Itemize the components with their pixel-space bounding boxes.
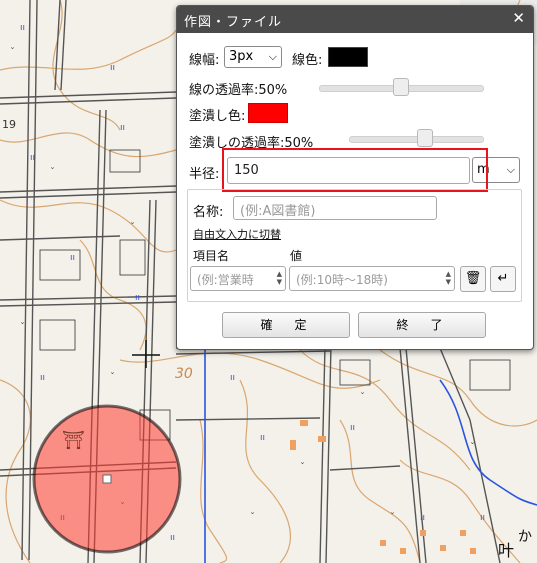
spinner-icon: ▲ ▼ [276, 270, 282, 286]
line-width-select[interactable]: 3px ⌵ [224, 46, 282, 68]
dialog-title: 作図・ファイル [184, 15, 283, 30]
value-placeholder: (例:10時〜18時) [296, 273, 388, 287]
item-name-input[interactable]: (例:営業時 ▲ ▼ [190, 266, 286, 291]
radius-label: 半径: [189, 167, 220, 182]
free-text-toggle-link[interactable]: 自由文入力に切替 [193, 226, 281, 242]
svg-text:ıı: ıı [260, 433, 265, 443]
place-name-2: か [518, 529, 532, 545]
exit-button[interactable]: 終 了 [358, 312, 486, 338]
trash-icon[interactable]: 🗑 [460, 266, 486, 292]
svg-text:ıı: ıı [30, 153, 35, 163]
contour-label: 30 [175, 366, 193, 382]
place-name-1: 叶 [498, 541, 514, 560]
return-icon[interactable]: ↵ [490, 266, 516, 292]
item-name-header: 項目名 [193, 249, 230, 263]
svg-text:ıı: ıı [420, 513, 425, 523]
svg-text:ıı: ıı [480, 513, 485, 523]
spinner-icon: ▲ ▼ [445, 270, 451, 286]
svg-text:ıı: ıı [20, 23, 25, 33]
svg-text:ˇ: ˇ [300, 461, 305, 473]
svg-text:ıı: ıı [230, 373, 235, 383]
line-opacity-slider[interactable] [319, 77, 484, 97]
circle-center-marker [102, 474, 112, 484]
item-name-placeholder: (例:営業時 [197, 273, 254, 287]
confirm-button[interactable]: 確 定 [222, 312, 350, 338]
svg-text:ıı: ıı [40, 373, 45, 383]
fill-opacity-slider[interactable] [349, 128, 484, 148]
name-label: 名称: [193, 205, 224, 220]
line-color-swatch[interactable] [328, 47, 368, 67]
slider-thumb[interactable] [417, 129, 433, 147]
value-input[interactable]: (例:10時〜18時) ▲ ▼ [289, 266, 455, 291]
svg-text:ˇ: ˇ [50, 166, 55, 178]
line-width-value: 3px [229, 49, 254, 64]
svg-text:ıı: ıı [70, 253, 75, 263]
svg-text:ıı: ıı [120, 123, 125, 133]
svg-text:ˇ: ˇ [110, 371, 115, 383]
line-opacity-label: 線の透過率:50% [189, 83, 288, 98]
svg-text:ˇ: ˇ [20, 321, 25, 333]
svg-text:ıı: ıı [350, 423, 355, 433]
fill-color-label: 塗潰し色: [189, 109, 246, 124]
svg-text:ıı: ıı [170, 533, 175, 543]
svg-text:ıı: ıı [135, 293, 140, 303]
close-icon[interactable]: ✕ [512, 9, 525, 27]
line-width-label: 線幅: [189, 53, 220, 68]
chevron-down-icon: ⌵ [506, 163, 515, 176]
highlight-box [222, 148, 488, 192]
shrine-icon: ⛩ [62, 430, 85, 451]
value-header: 値 [290, 249, 303, 263]
map-number: 19 [2, 118, 16, 131]
svg-text:ˇ: ˇ [130, 221, 135, 233]
svg-text:ˇ: ˇ [360, 391, 365, 403]
fill-color-swatch[interactable] [248, 103, 288, 123]
svg-text:ˇ: ˇ [390, 511, 395, 523]
chevron-down-icon: ⌵ [268, 50, 277, 63]
dialog-titlebar[interactable]: 作図・ファイル ✕ [177, 6, 533, 33]
svg-text:ˇ: ˇ [250, 511, 255, 523]
svg-text:ˇ: ˇ [10, 46, 15, 58]
svg-text:ıı: ıı [110, 63, 115, 73]
line-color-label: 線色: [292, 53, 323, 68]
name-input[interactable]: (例:A図書館) [233, 196, 437, 220]
svg-text:ˇ: ˇ [470, 441, 475, 453]
slider-thumb[interactable] [393, 78, 409, 96]
